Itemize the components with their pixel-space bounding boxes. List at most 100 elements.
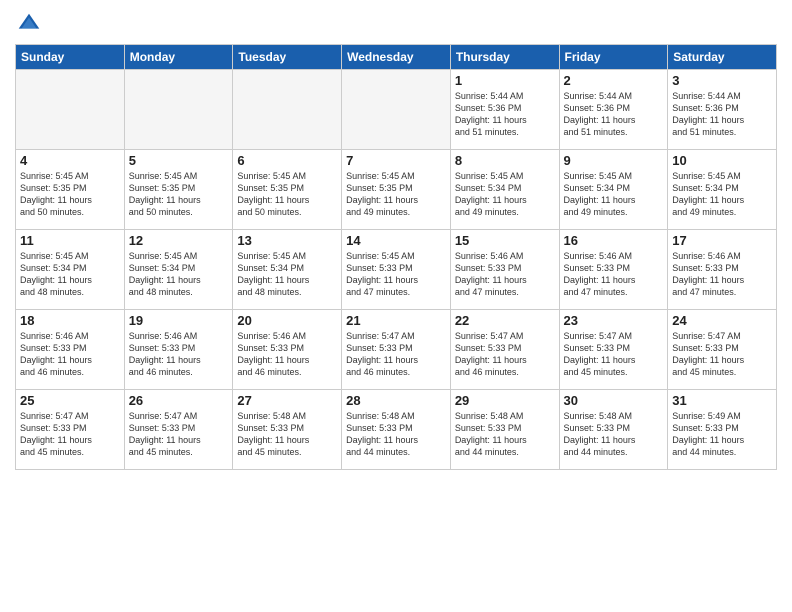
day-number: 29 <box>455 393 555 408</box>
calendar-cell <box>124 70 233 150</box>
day-number: 27 <box>237 393 337 408</box>
calendar-cell: 4 Sunrise: 5:45 AM Sunset: 5:35 PM Daylig… <box>16 150 125 230</box>
day-number: 30 <box>564 393 664 408</box>
day-number: 8 <box>455 153 555 168</box>
calendar-cell: 28 Sunrise: 5:48 AM Sunset: 5:33 PM Dayli… <box>342 390 451 470</box>
calendar-cell: 27 Sunrise: 5:48 AM Sunset: 5:33 PM Dayli… <box>233 390 342 470</box>
day-info: Sunrise: 5:45 AM Sunset: 5:34 PM Dayligh… <box>237 250 337 299</box>
calendar-cell: 6 Sunrise: 5:45 AM Sunset: 5:35 PM Daylig… <box>233 150 342 230</box>
calendar-cell: 29 Sunrise: 5:48 AM Sunset: 5:33 PM Dayli… <box>450 390 559 470</box>
day-number: 5 <box>129 153 229 168</box>
col-header-tuesday: Tuesday <box>233 45 342 70</box>
calendar-cell: 14 Sunrise: 5:45 AM Sunset: 5:33 PM Dayli… <box>342 230 451 310</box>
calendar-cell: 12Sunrise: 5:45 AM Sunset: 5:34 PM Dayli… <box>124 230 233 310</box>
day-info: Sunrise: 5:49 AM Sunset: 5:33 PM Dayligh… <box>672 410 772 459</box>
main-container: SundayMondayTuesdayWednesdayThursdayFrid… <box>0 0 792 480</box>
day-info: Sunrise: 5:48 AM Sunset: 5:33 PM Dayligh… <box>564 410 664 459</box>
day-info: Sunrise: 5:44 AM Sunset: 5:36 PM Dayligh… <box>455 90 555 139</box>
calendar-week-1: 1 Sunrise: 5:44 AM Sunset: 5:36 PM Daylig… <box>16 70 777 150</box>
day-info: Sunrise: 5:47 AM Sunset: 5:33 PM Dayligh… <box>455 330 555 379</box>
day-info: Sunrise: 5:45 AM Sunset: 5:35 PM Dayligh… <box>346 170 446 219</box>
logo <box>15 10 47 38</box>
day-number: 21 <box>346 313 446 328</box>
calendar-cell: 16 Sunrise: 5:46 AM Sunset: 5:33 PM Dayli… <box>559 230 668 310</box>
day-info: Sunrise: 5:45 AM Sunset: 5:34 PM Dayligh… <box>672 170 772 219</box>
col-header-thursday: Thursday <box>450 45 559 70</box>
col-header-friday: Friday <box>559 45 668 70</box>
calendar-cell: 21 Sunrise: 5:47 AM Sunset: 5:33 PM Dayli… <box>342 310 451 390</box>
day-number: 22 <box>455 313 555 328</box>
day-info: Sunrise: 5:47 AM Sunset: 5:33 PM Dayligh… <box>20 410 120 459</box>
calendar-cell: 10 Sunrise: 5:45 AM Sunset: 5:34 PM Dayli… <box>668 150 777 230</box>
col-header-saturday: Saturday <box>668 45 777 70</box>
day-number: 16 <box>564 233 664 248</box>
day-number: 19 <box>129 313 229 328</box>
day-info: Sunrise: 5:45 AM Sunset: 5:35 PM Dayligh… <box>237 170 337 219</box>
col-header-monday: Monday <box>124 45 233 70</box>
calendar-week-2: 4 Sunrise: 5:45 AM Sunset: 5:35 PM Daylig… <box>16 150 777 230</box>
day-number: 13 <box>237 233 337 248</box>
day-info: Sunrise: 5:47 AM Sunset: 5:33 PM Dayligh… <box>129 410 229 459</box>
calendar-cell: 18Sunrise: 5:46 AM Sunset: 5:33 PM Dayli… <box>16 310 125 390</box>
day-info: Sunrise: 5:48 AM Sunset: 5:33 PM Dayligh… <box>237 410 337 459</box>
day-number: 10 <box>672 153 772 168</box>
day-info: Sunrise: 5:46 AM Sunset: 5:33 PM Dayligh… <box>129 330 229 379</box>
day-info: Sunrise: 5:48 AM Sunset: 5:33 PM Dayligh… <box>346 410 446 459</box>
calendar-cell: 1 Sunrise: 5:44 AM Sunset: 5:36 PM Daylig… <box>450 70 559 150</box>
day-number: 26 <box>129 393 229 408</box>
day-number: 11 <box>20 233 120 248</box>
day-info: Sunrise: 5:45 AM Sunset: 5:35 PM Dayligh… <box>20 170 120 219</box>
day-number: 17 <box>672 233 772 248</box>
calendar-cell: 30 Sunrise: 5:48 AM Sunset: 5:33 PM Dayli… <box>559 390 668 470</box>
calendar-cell: 31 Sunrise: 5:49 AM Sunset: 5:33 PM Dayli… <box>668 390 777 470</box>
day-number: 12 <box>129 233 229 248</box>
day-info: Sunrise: 5:45 AM Sunset: 5:34 PM Dayligh… <box>20 250 120 299</box>
day-number: 23 <box>564 313 664 328</box>
calendar-cell: 22 Sunrise: 5:47 AM Sunset: 5:33 PM Dayli… <box>450 310 559 390</box>
header <box>15 10 777 38</box>
day-number: 28 <box>346 393 446 408</box>
calendar-cell: 3Sunrise: 5:44 AM Sunset: 5:36 PM Daylig… <box>668 70 777 150</box>
calendar-cell: 23 Sunrise: 5:47 AM Sunset: 5:33 PM Dayli… <box>559 310 668 390</box>
day-info: Sunrise: 5:45 AM Sunset: 5:34 PM Dayligh… <box>564 170 664 219</box>
col-header-sunday: Sunday <box>16 45 125 70</box>
day-info: Sunrise: 5:46 AM Sunset: 5:33 PM Dayligh… <box>672 250 772 299</box>
day-info: Sunrise: 5:46 AM Sunset: 5:33 PM Dayligh… <box>20 330 120 379</box>
day-number: 2 <box>564 73 664 88</box>
day-info: Sunrise: 5:46 AM Sunset: 5:33 PM Dayligh… <box>455 250 555 299</box>
calendar-cell: 20Sunrise: 5:46 AM Sunset: 5:33 PM Dayli… <box>233 310 342 390</box>
day-number: 3 <box>672 73 772 88</box>
calendar-cell <box>233 70 342 150</box>
day-number: 24 <box>672 313 772 328</box>
calendar-week-5: 25 Sunrise: 5:47 AM Sunset: 5:33 PM Dayli… <box>16 390 777 470</box>
day-number: 25 <box>20 393 120 408</box>
logo-icon <box>15 10 43 38</box>
calendar-cell: 9 Sunrise: 5:45 AM Sunset: 5:34 PM Daylig… <box>559 150 668 230</box>
day-info: Sunrise: 5:48 AM Sunset: 5:33 PM Dayligh… <box>455 410 555 459</box>
calendar-cell: 2Sunrise: 5:44 AM Sunset: 5:36 PM Daylig… <box>559 70 668 150</box>
day-number: 7 <box>346 153 446 168</box>
day-number: 4 <box>20 153 120 168</box>
day-number: 31 <box>672 393 772 408</box>
day-info: Sunrise: 5:45 AM Sunset: 5:35 PM Dayligh… <box>129 170 229 219</box>
day-info: Sunrise: 5:47 AM Sunset: 5:33 PM Dayligh… <box>672 330 772 379</box>
calendar-cell: 11 Sunrise: 5:45 AM Sunset: 5:34 PM Dayli… <box>16 230 125 310</box>
col-header-wednesday: Wednesday <box>342 45 451 70</box>
calendar-cell: 13 Sunrise: 5:45 AM Sunset: 5:34 PM Dayli… <box>233 230 342 310</box>
calendar-cell: 15 Sunrise: 5:46 AM Sunset: 5:33 PM Dayli… <box>450 230 559 310</box>
calendar-cell: 26 Sunrise: 5:47 AM Sunset: 5:33 PM Dayli… <box>124 390 233 470</box>
day-info: Sunrise: 5:45 AM Sunset: 5:33 PM Dayligh… <box>346 250 446 299</box>
day-number: 14 <box>346 233 446 248</box>
day-number: 1 <box>455 73 555 88</box>
calendar-cell: 8Sunrise: 5:45 AM Sunset: 5:34 PM Daylig… <box>450 150 559 230</box>
day-number: 6 <box>237 153 337 168</box>
day-number: 9 <box>564 153 664 168</box>
calendar-cell: 7 Sunrise: 5:45 AM Sunset: 5:35 PM Daylig… <box>342 150 451 230</box>
calendar-cell: 5 Sunrise: 5:45 AM Sunset: 5:35 PM Daylig… <box>124 150 233 230</box>
day-number: 15 <box>455 233 555 248</box>
calendar-cell <box>16 70 125 150</box>
calendar-cell <box>342 70 451 150</box>
day-info: Sunrise: 5:47 AM Sunset: 5:33 PM Dayligh… <box>346 330 446 379</box>
day-info: Sunrise: 5:47 AM Sunset: 5:33 PM Dayligh… <box>564 330 664 379</box>
day-info: Sunrise: 5:46 AM Sunset: 5:33 PM Dayligh… <box>564 250 664 299</box>
